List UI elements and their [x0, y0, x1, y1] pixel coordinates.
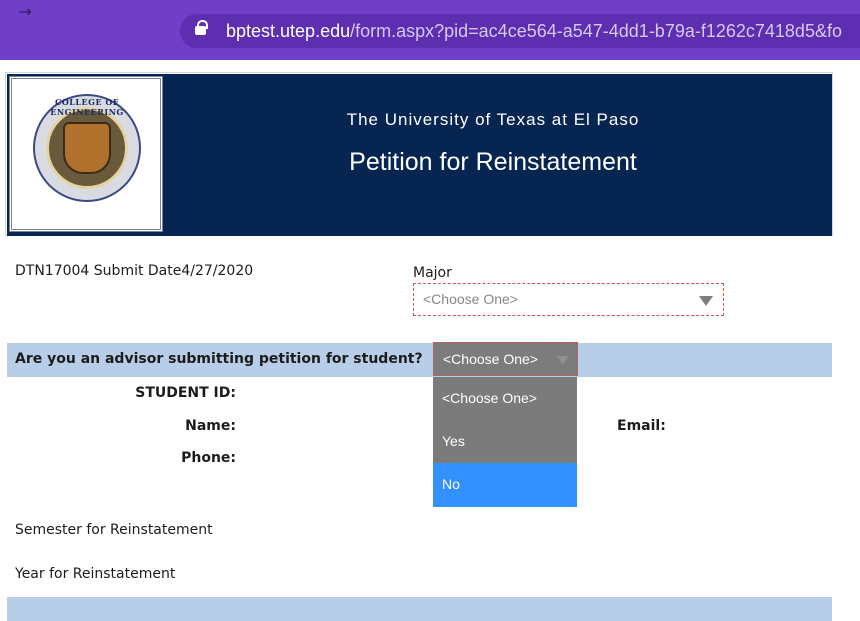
- lock-icon[interactable]: [195, 20, 208, 35]
- advisor-select-value: <Choose One>: [443, 351, 538, 367]
- seal-shield-icon: [63, 122, 111, 174]
- advisor-question: Are you an advisor submitting petition f…: [15, 351, 423, 367]
- option-choose-one[interactable]: <Choose One>: [433, 377, 577, 420]
- university-name: The University of Texas at El Paso: [346, 110, 640, 129]
- name-label: Name:: [185, 418, 236, 434]
- forward-icon[interactable]: →: [19, 2, 32, 21]
- dtn-submit-date: DTN17004 Submit Date4/27/2020: [15, 263, 254, 279]
- major-select-value: <Choose One>: [423, 291, 518, 307]
- student-id-label: STUDENT ID:: [135, 385, 236, 401]
- page-title: Petition for Reinstatement: [349, 148, 637, 176]
- section-bar: [7, 597, 832, 621]
- major-select[interactable]: <Choose One>: [413, 283, 724, 316]
- option-yes[interactable]: Yes: [433, 420, 577, 463]
- advisor-select[interactable]: <Choose One>: [433, 342, 578, 376]
- url-text[interactable]: bptest.utep.edu/form.aspx?pid=ac4ce564-a…: [226, 21, 842, 42]
- year-label: Year for Reinstatement: [15, 566, 176, 582]
- option-no[interactable]: No: [433, 463, 577, 507]
- chevron-down-icon: [557, 356, 569, 365]
- major-label: Major: [413, 265, 452, 281]
- seal-text: COLLEGE OF ENGINEERING: [50, 97, 124, 117]
- semester-label: Semester for Reinstatement: [15, 522, 213, 538]
- email-label: Email:: [617, 418, 666, 434]
- advisor-dropdown-list: <Choose One> Yes No: [433, 377, 577, 507]
- chevron-down-icon: [699, 296, 713, 306]
- phone-label: Phone:: [181, 450, 236, 466]
- url-host: bptest.utep.edu: [226, 21, 351, 41]
- url-path: /form.aspx?pid=ac4ce564-a547-4dd1-b79a-f…: [350, 21, 842, 41]
